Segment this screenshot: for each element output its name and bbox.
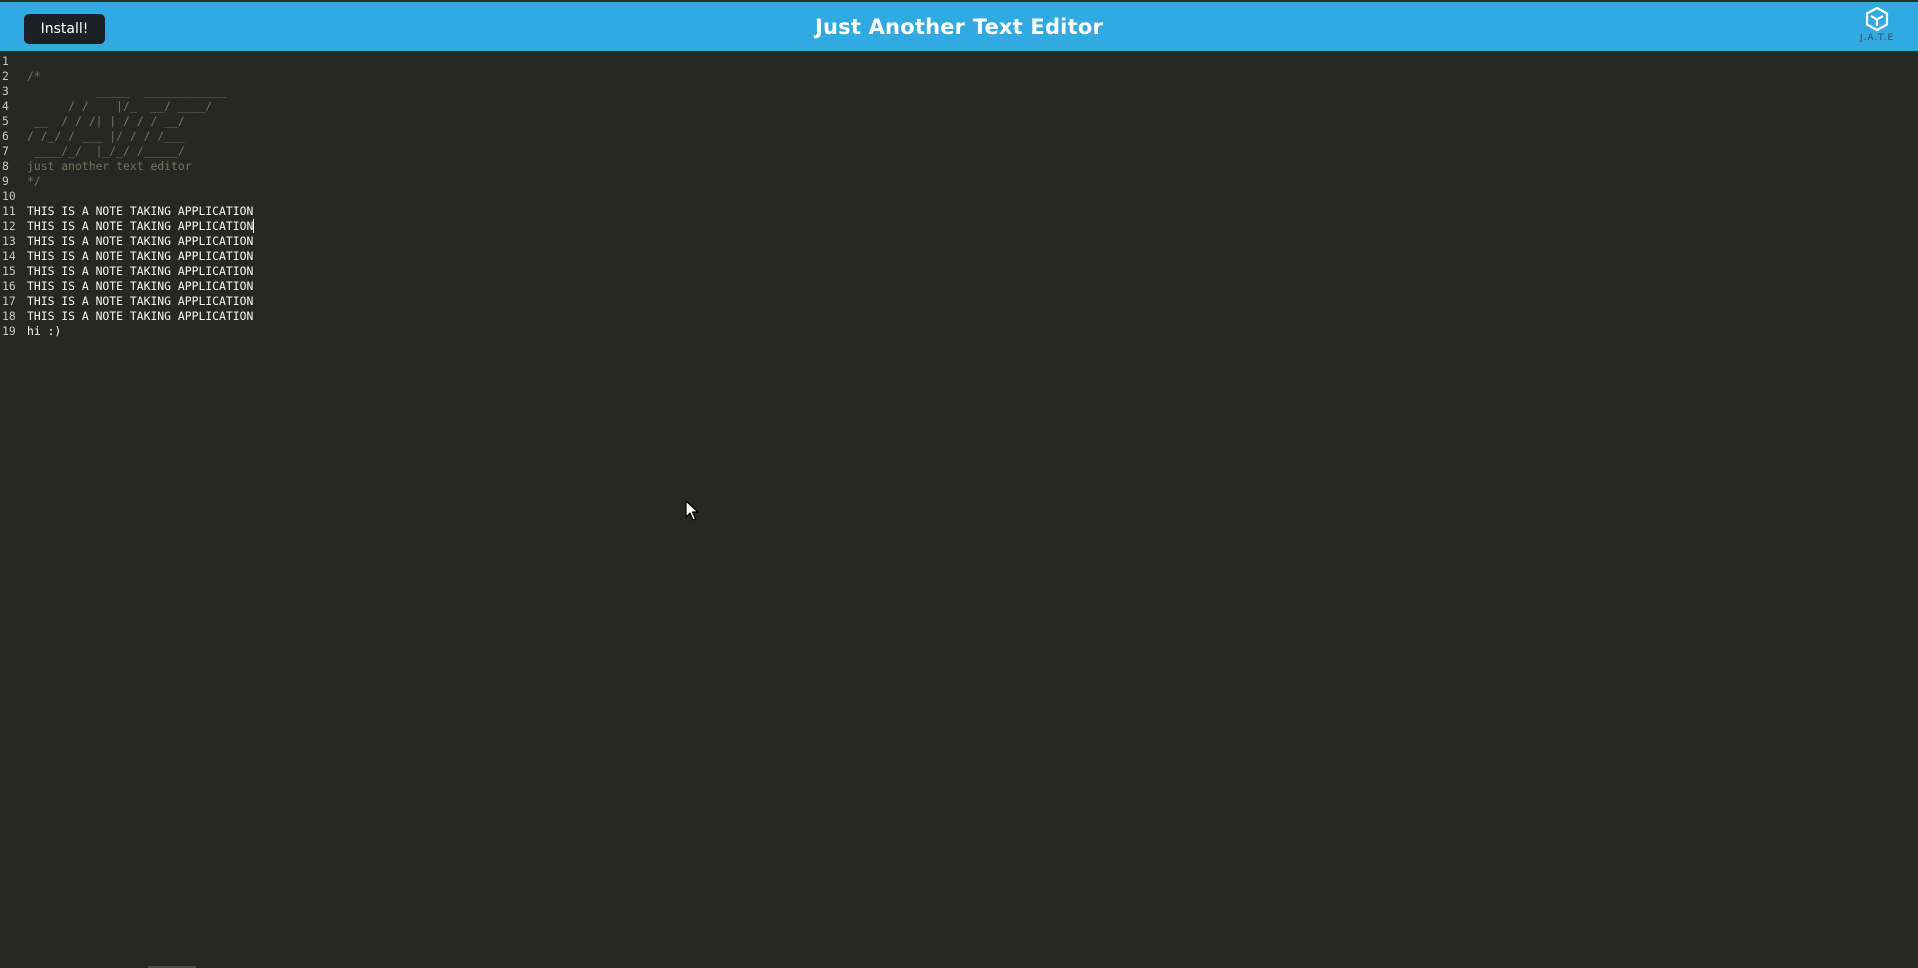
line-text[interactable]: just another text editor (27, 159, 192, 174)
code-line[interactable]: 13 THIS IS A NOTE TAKING APPLICATION (0, 234, 254, 249)
line-number: 5 (2, 114, 9, 128)
line-number: 16 (2, 279, 16, 293)
cube-logo-icon (1854, 6, 1900, 32)
line-number: 6 (2, 129, 9, 143)
line-number: 3 (2, 84, 9, 98)
line-number: 2 (2, 69, 9, 83)
line-number: 13 (2, 234, 16, 248)
code-editor[interactable]: 1 2/* 3 _____ ____________ 4 / / |/_ __/ __… (0, 51, 1918, 968)
code-line[interactable]: 15 THIS IS A NOTE TAKING APPLICATION (0, 264, 254, 279)
line-text[interactable]: _____ ____________ (27, 84, 226, 99)
code-line[interactable]: 12 THIS IS A NOTE TAKING APPLICATION (0, 219, 255, 234)
line-text[interactable]: THIS IS A NOTE TAKING APPLICATION (27, 264, 253, 279)
line-number: 10 (2, 189, 16, 203)
code-line[interactable]: 16 THIS IS A NOTE TAKING APPLICATION (0, 279, 254, 294)
line-number: 8 (2, 159, 9, 173)
app-title: Just Another Text Editor (814, 15, 1103, 39)
code-line[interactable]: 9 */ (0, 174, 254, 189)
line-number: 11 (2, 204, 16, 218)
line-number: 18 (2, 309, 16, 323)
line-text[interactable]: THIS IS A NOTE TAKING APPLICATION (27, 309, 253, 324)
line-text[interactable]: / /_/ / ___ |/ / / /___ (27, 129, 185, 144)
line-number: 1 (2, 54, 9, 68)
line-text[interactable]: THIS IS A NOTE TAKING APPLICATION (27, 294, 253, 309)
line-text[interactable]: THIS IS A NOTE TAKING APPLICATION (27, 234, 253, 249)
line-text[interactable]: hi :) (27, 324, 61, 339)
code-lines[interactable]: 1 2/* 3 _____ ____________ 4 / / |/_ __/ __… (0, 54, 255, 339)
line-text[interactable]: __ / / /| | / / / __/ (27, 114, 185, 129)
line-number: 19 (2, 324, 16, 338)
logo-text: J.A.T.E (1859, 33, 1895, 43)
code-line[interactable]: 17 THIS IS A NOTE TAKING APPLICATION (0, 294, 254, 309)
code-line[interactable]: 10 (0, 189, 254, 204)
line-number: 12 (2, 219, 16, 233)
code-line[interactable]: 3 _____ ____________ (0, 84, 254, 99)
line-text[interactable]: THIS IS A NOTE TAKING APPLICATION (27, 249, 253, 264)
code-line[interactable]: 18 THIS IS A NOTE TAKING APPLICATION (0, 309, 254, 324)
mouse-pointer-icon (685, 500, 699, 522)
code-line[interactable]: 11 THIS IS A NOTE TAKING APPLICATION (0, 204, 254, 219)
line-text[interactable]: ____/_/ |_/_/ /_____/ (27, 144, 185, 159)
line-text[interactable]: /* (27, 69, 41, 84)
code-line[interactable]: 2 /* (0, 69, 254, 84)
line-text[interactable]: / / |/_ __/ ____/ (27, 99, 212, 114)
code-line[interactable]: 19 hi :) (0, 324, 254, 339)
code-line[interactable]: 7 ____/_/ |_/_/ /_____/ (0, 144, 254, 159)
code-line[interactable]: 8 just another text editor (0, 159, 254, 174)
code-line[interactable]: 6 / /_/ / ___ |/ / / /___ (0, 129, 254, 144)
code-line[interactable]: 5 __ / / /| | / / / __/ (0, 114, 254, 129)
line-number: 7 (2, 144, 9, 158)
navbar: Install! Just Another Text Editor J.A.T.… (0, 0, 1918, 51)
line-number: 4 (2, 99, 9, 113)
line-number: 9 (2, 174, 9, 188)
code-line[interactable]: 1 (0, 54, 254, 69)
line-text[interactable]: THIS IS A NOTE TAKING APPLICATION (27, 219, 253, 234)
line-text[interactable]: THIS IS A NOTE TAKING APPLICATION (27, 204, 253, 219)
code-line[interactable]: 14 THIS IS A NOTE TAKING APPLICATION (0, 249, 254, 264)
app-logo: J.A.T.E (1854, 6, 1900, 50)
text-cursor (253, 219, 255, 233)
line-number: 17 (2, 294, 16, 308)
line-text[interactable]: THIS IS A NOTE TAKING APPLICATION (27, 279, 253, 294)
line-number: 14 (2, 249, 16, 263)
line-number: 15 (2, 264, 16, 278)
line-text[interactable]: */ (27, 174, 41, 189)
code-line[interactable]: 4 / / |/_ __/ ____/ (0, 99, 254, 114)
